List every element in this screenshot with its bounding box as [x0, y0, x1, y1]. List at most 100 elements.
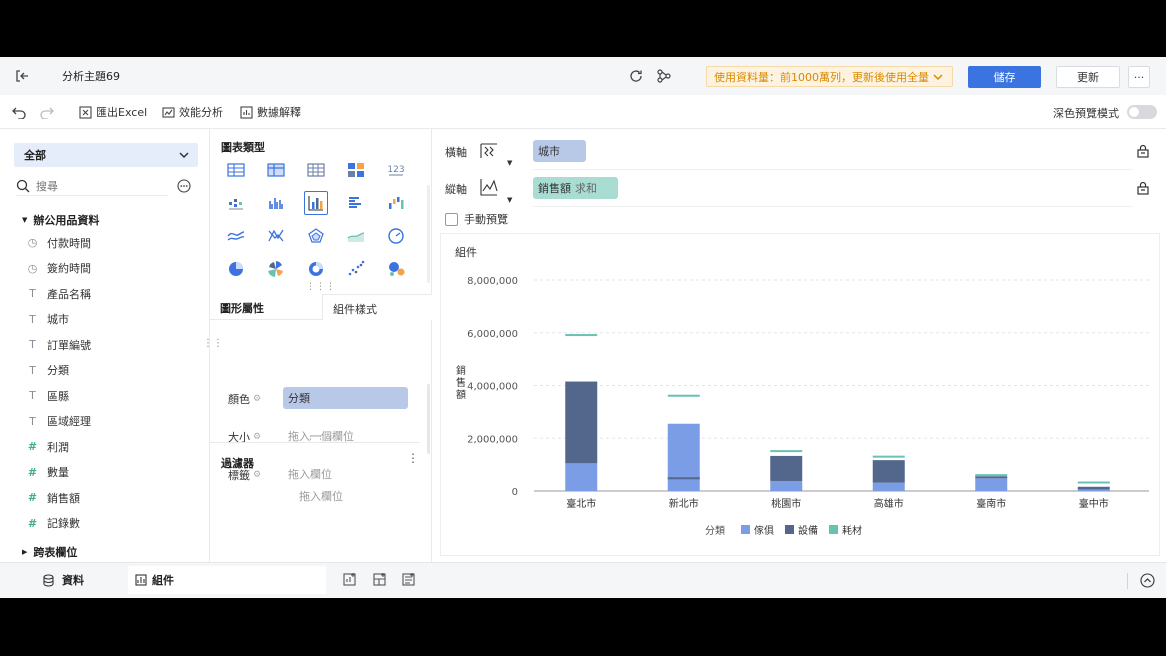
kpi-number-icon[interactable]: 123	[384, 158, 408, 182]
size-drop-zone[interactable]: 拖入一個欄位	[283, 425, 408, 447]
performance-analysis-button[interactable]: 效能分析	[162, 104, 223, 120]
chart-type-scrollbar[interactable]	[427, 185, 430, 283]
legend-swatch	[741, 525, 750, 534]
refresh-icon[interactable]	[628, 68, 644, 84]
filter-title: 過濾器	[221, 457, 254, 470]
gear-icon[interactable]: ⚙	[253, 470, 261, 480]
field-item[interactable]: T 分類	[26, 358, 196, 384]
collapse-up-icon[interactable]	[1140, 573, 1155, 588]
field-item[interactable]: # 記錄數	[26, 511, 196, 537]
text-field-icon: T	[29, 363, 36, 377]
lock-icon[interactable]	[1136, 144, 1150, 158]
field-item[interactable]: ◷ 付款時間	[26, 230, 196, 256]
stacked-bar-icon[interactable]	[304, 191, 328, 215]
save-button[interactable]: 儲存	[968, 66, 1041, 88]
tab-component-style[interactable]: 組件樣式	[322, 294, 432, 320]
manual-preview-label: 手動預覽	[464, 213, 508, 226]
radar-chart-icon[interactable]	[304, 224, 328, 248]
y-tick-label: 8,000,000	[467, 276, 518, 287]
manual-preview-checkbox[interactable]: 手動預覽	[445, 211, 508, 227]
gear-icon[interactable]: ⚙	[253, 394, 261, 404]
field-item[interactable]: # 利潤	[26, 434, 196, 460]
field-item[interactable]: T 城市	[26, 307, 196, 333]
cross-table-fields-header[interactable]: ▶ 跨表欄位	[22, 544, 77, 560]
pie-chart-icon[interactable]	[224, 257, 248, 281]
y-axis-title-char: 額	[456, 388, 466, 401]
field-item[interactable]: # 銷售額	[26, 485, 196, 511]
data-tab[interactable]: 資料	[42, 572, 84, 588]
config-panel: 圖表類型 123 ⋮⋮⋮ 圖形屬性 組件樣式 顏色 ⚙ 分類 大小 ⚙ 拖入一個…	[210, 129, 432, 562]
field-item[interactable]: ◷ 簽約時間	[26, 256, 196, 282]
scatter-plot-icon[interactable]	[344, 257, 368, 281]
field-name: 區域經理	[47, 415, 91, 429]
field-name: 區縣	[47, 389, 69, 403]
caret-down-icon[interactable]: ▼	[507, 159, 512, 167]
data-flow-icon[interactable]	[656, 68, 672, 84]
grouped-bar-icon[interactable]	[264, 191, 288, 215]
y-axis-aggregation: 求和	[575, 182, 597, 195]
bubble-chart-icon[interactable]	[384, 257, 408, 281]
export-excel-button[interactable]: 匯出Excel	[79, 104, 147, 120]
detail-table-icon[interactable]	[304, 158, 328, 182]
label-drop-zone[interactable]: 拖入欄位	[283, 463, 408, 485]
horizontal-bar-icon[interactable]	[344, 191, 368, 215]
component-tab[interactable]: 組件	[128, 566, 326, 594]
field-item[interactable]: # 數量	[26, 460, 196, 486]
bar-傢俱	[1077, 489, 1110, 491]
property-scrollbar[interactable]	[427, 384, 430, 454]
add-component-icon[interactable]	[343, 572, 358, 587]
y-axis-icon[interactable]	[479, 177, 499, 197]
x-axis-field-pill[interactable]: 城市	[533, 140, 586, 162]
y-axis-field-pill[interactable]: 銷售額 求和	[533, 177, 618, 199]
lock-icon[interactable]	[1136, 181, 1150, 195]
dark-preview-toggle[interactable]	[1127, 105, 1157, 119]
scope-select[interactable]: 全部	[14, 143, 198, 167]
field-item[interactable]: T 訂單編號	[26, 332, 196, 358]
legend-swatch	[829, 525, 838, 534]
clock-icon: ◷	[27, 236, 38, 250]
color-property: 顏色 ⚙	[228, 391, 261, 407]
x-tick-label: 高雄市	[874, 497, 904, 510]
x-tick-label: 臺中市	[1079, 497, 1109, 510]
waterfall-icon[interactable]	[384, 191, 408, 215]
table-group-header[interactable]: ▼ 辦公用品資料	[22, 212, 99, 228]
drag-handle-icon[interactable]: ⋮⋮⋮	[306, 435, 336, 445]
undo-icon[interactable]	[12, 105, 26, 119]
add-report-icon[interactable]	[402, 572, 417, 587]
rose-chart-icon[interactable]	[264, 257, 288, 281]
x-axis-icon[interactable]	[479, 140, 499, 160]
line-chart-icon[interactable]	[224, 224, 248, 248]
block-chart-icon[interactable]	[344, 158, 368, 182]
search-input[interactable]	[36, 178, 166, 194]
table-icon[interactable]	[224, 158, 248, 182]
add-dashboard-icon[interactable]	[373, 572, 388, 587]
drag-handle-icon[interactable]: ⋮⋮⋮	[306, 282, 336, 292]
gear-icon[interactable]: ⚙	[253, 432, 261, 442]
checkbox-icon[interactable]	[445, 212, 458, 226]
analysis-title[interactable]: 分析主題69	[62, 68, 120, 84]
redo-icon[interactable]	[40, 105, 54, 119]
exit-icon[interactable]	[14, 68, 30, 84]
area-chart-icon[interactable]	[344, 224, 368, 248]
usage-notice-dropdown[interactable]: 使用資料量：前1000萬列，更新後使用全量	[706, 66, 953, 87]
data-explain-button[interactable]: 數據解釋	[240, 104, 301, 120]
donut-chart-icon[interactable]	[304, 257, 328, 281]
more-options-icon[interactable]	[177, 179, 191, 193]
field-item[interactable]: T 區縣	[26, 383, 196, 409]
gauge-icon[interactable]	[384, 224, 408, 248]
scatter-bar-icon[interactable]	[224, 191, 248, 215]
caret-down-icon[interactable]: ▼	[507, 196, 512, 204]
tab-graphic-properties[interactable]: 圖形屬性	[220, 300, 264, 316]
pivot-table-icon[interactable]	[264, 158, 288, 182]
y-tick-label: 4,000,000	[467, 382, 518, 393]
radar-line-icon[interactable]	[264, 224, 288, 248]
more-options-button[interactable]: ···	[1128, 66, 1150, 88]
color-field-pill[interactable]: 分類	[283, 387, 408, 409]
bar-耗材	[770, 450, 803, 453]
scope-select-value: 全部	[24, 149, 46, 162]
update-button[interactable]: 更新	[1056, 66, 1120, 88]
field-item[interactable]: T 區域經理	[26, 409, 196, 435]
filter-drop-zone[interactable]: 拖入欄位	[299, 488, 343, 504]
filter-menu-icon[interactable]: ⋮	[407, 451, 419, 465]
field-item[interactable]: T 產品名稱	[26, 281, 196, 307]
